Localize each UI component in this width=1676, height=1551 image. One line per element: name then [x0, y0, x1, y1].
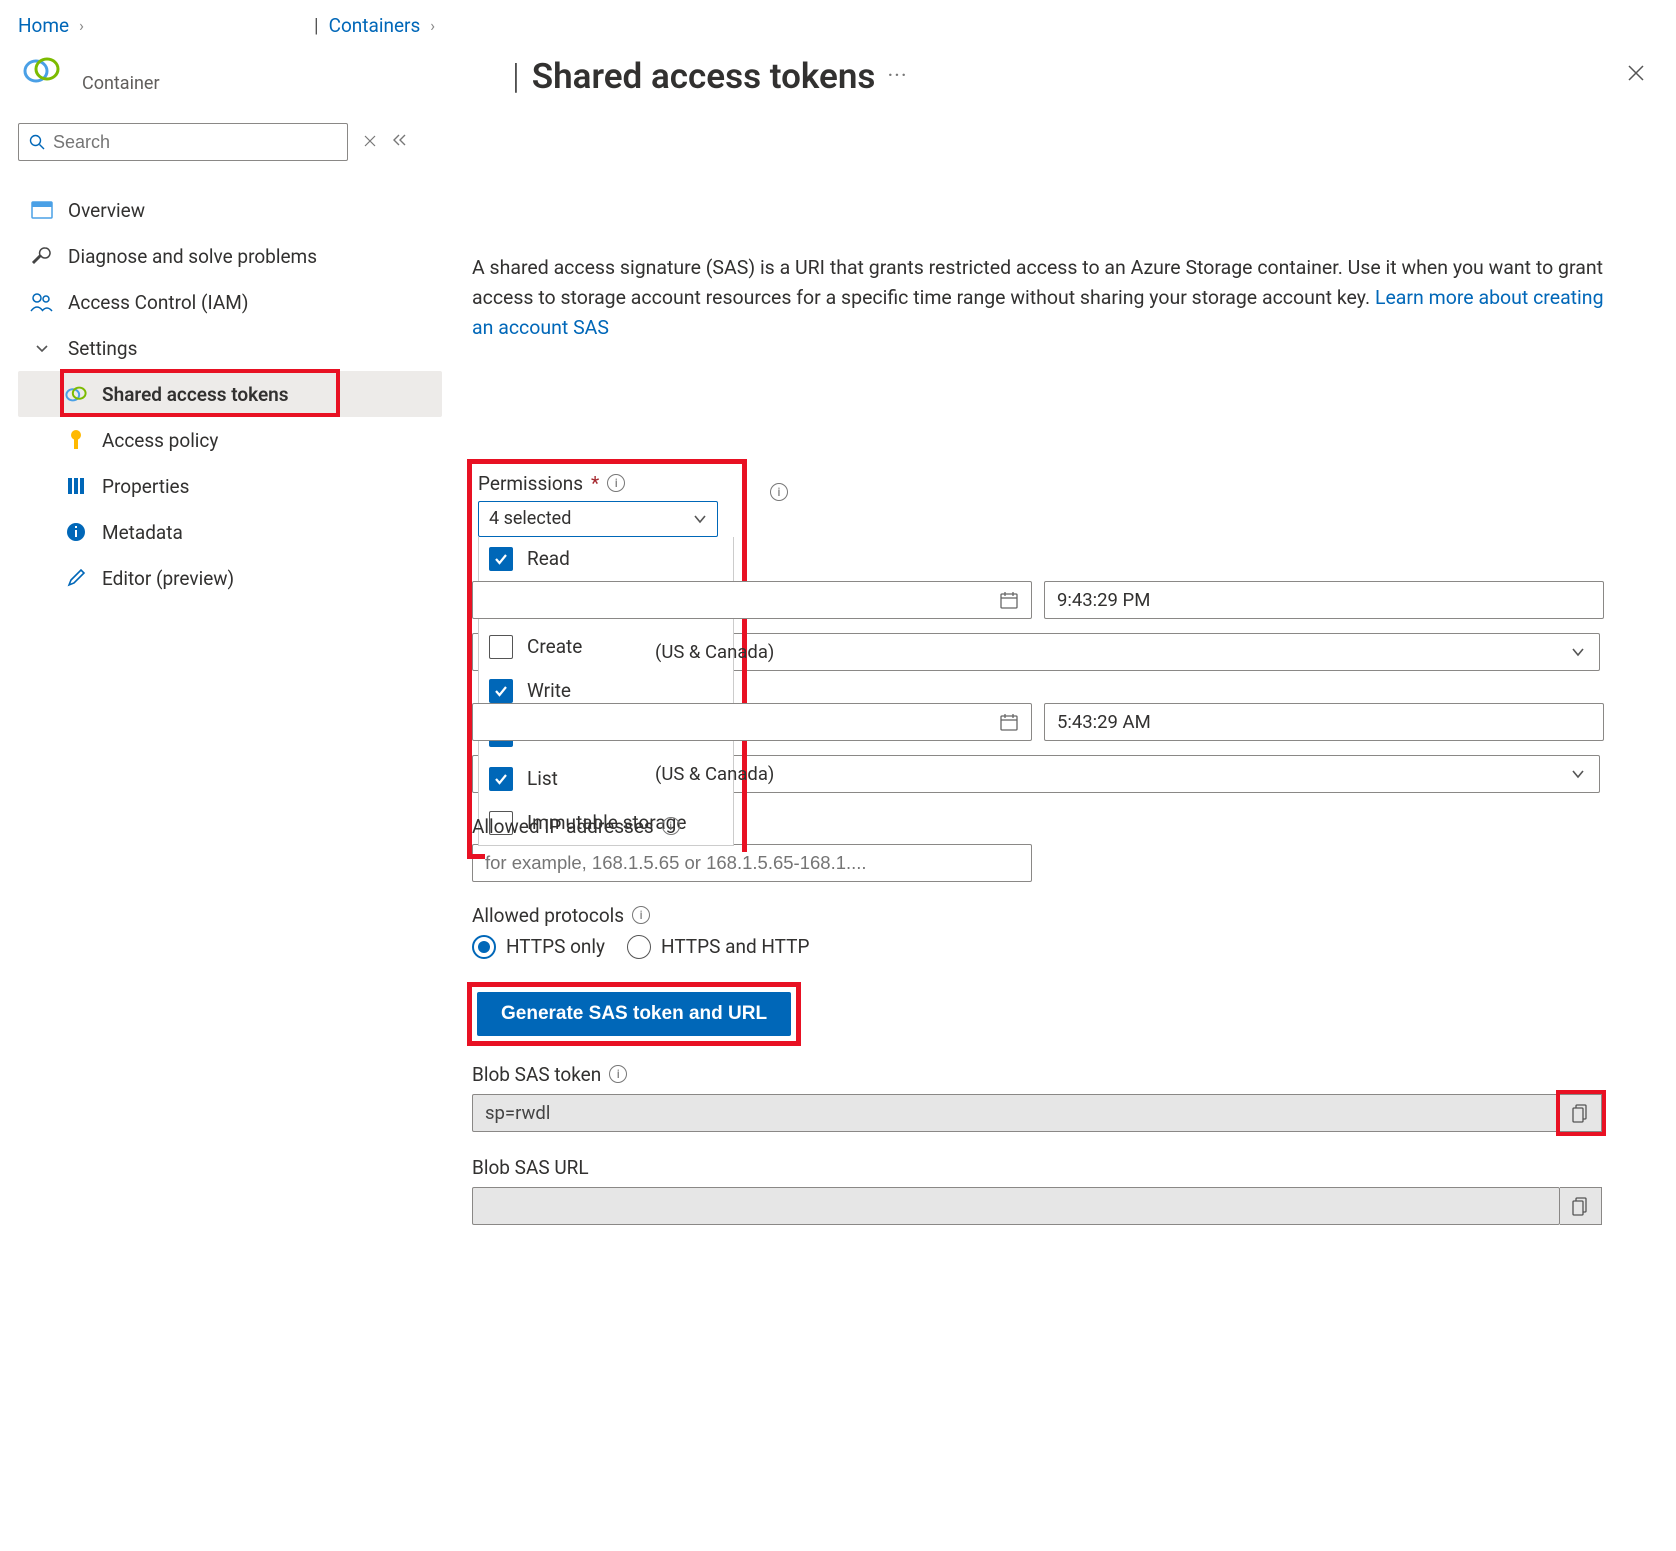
info-icon[interactable]: i	[632, 906, 650, 924]
sidebar-item-label: Metadata	[102, 521, 183, 544]
sidebar-item-label: Shared access tokens	[102, 383, 289, 406]
clear-search-icon[interactable]	[364, 133, 376, 151]
sidebar-item-diagnose[interactable]: Diagnose and solve problems	[18, 233, 442, 279]
allowed-ip-label: Allowed IP addresses	[472, 815, 654, 838]
end-time-input[interactable]: 5:43:29 AM	[1044, 703, 1604, 741]
allowed-protocols-label: Allowed protocols	[472, 904, 624, 927]
end-date-input[interactable]	[472, 703, 1032, 741]
end-tz-value: (US & Canada)	[485, 763, 1571, 785]
chevron-right-icon: ›	[430, 16, 435, 35]
perm-option-label: Write	[527, 679, 571, 702]
permissions-label: Permissions * i	[478, 472, 734, 495]
key-icon	[64, 428, 88, 452]
sidebar-item-iam[interactable]: Access Control (IAM)	[18, 279, 442, 325]
highlight-annotation: Generate SAS token and URL	[472, 987, 796, 1041]
sidebar-item-label: Overview	[68, 199, 145, 222]
sas-token-label: Blob SAS token	[472, 1063, 601, 1086]
breadcrumb-containers[interactable]: Containers	[329, 14, 421, 37]
pencil-icon	[64, 566, 88, 590]
overview-icon	[30, 198, 54, 222]
intro-text: A shared access signature (SAS) is a URI…	[472, 253, 1620, 344]
people-icon	[30, 290, 54, 314]
sidebar-item-label: Settings	[68, 337, 137, 360]
start-time-value: 9:43:29 PM	[1057, 589, 1150, 611]
checkbox-icon	[489, 679, 513, 703]
chevron-down-icon	[693, 512, 707, 526]
search-input[interactable]	[18, 123, 348, 161]
sas-url-label: Blob SAS URL	[472, 1156, 589, 1179]
copy-sas-url-button[interactable]	[1560, 1187, 1602, 1225]
checkbox-icon	[489, 547, 513, 571]
pipe-separator: |	[314, 14, 319, 37]
content-pane: A shared access signature (SAS) is a URI…	[460, 103, 1660, 1225]
required-star-icon: *	[591, 472, 599, 495]
container-brand: Container	[22, 55, 512, 94]
sas-token-output: sp=rwdl	[472, 1094, 1560, 1132]
radio-label: HTTPS only	[506, 935, 605, 958]
sidebar-item-editor[interactable]: Editor (preview)	[18, 555, 442, 601]
sidebar: Overview Diagnose and solve problems Acc…	[0, 103, 460, 1225]
radio-https-only[interactable]: HTTPS only	[472, 935, 605, 959]
start-tz-value: (US & Canada)	[485, 641, 1571, 663]
copy-icon	[1572, 1103, 1590, 1123]
copy-icon	[1572, 1196, 1590, 1216]
search-icon	[29, 134, 45, 150]
info-icon[interactable]: i	[609, 1065, 627, 1083]
radio-icon	[472, 935, 496, 959]
sidebar-item-shared-access-tokens[interactable]: Shared access tokens	[18, 371, 442, 417]
info-icon	[64, 520, 88, 544]
perm-option-label: Read	[527, 547, 570, 570]
link-icon	[64, 382, 88, 406]
chevron-down-icon	[30, 336, 54, 360]
copy-sas-token-button[interactable]	[1560, 1094, 1602, 1132]
sas-url-output	[472, 1187, 1560, 1225]
chevron-down-icon	[1571, 767, 1585, 781]
search-field[interactable]	[53, 132, 337, 153]
sidebar-item-access-policy[interactable]: Access policy	[18, 417, 442, 463]
sidebar-item-label: Access policy	[102, 429, 218, 452]
collapse-sidebar-icon[interactable]	[392, 133, 408, 151]
start-date-input[interactable]	[472, 581, 1032, 619]
wrench-icon	[30, 244, 54, 268]
sidebar-settings-header[interactable]: Settings	[18, 325, 442, 371]
sidebar-item-label: Access Control (IAM)	[68, 291, 248, 314]
perm-option-read[interactable]: Read	[479, 537, 733, 581]
permissions-dropdown[interactable]: 4 selected	[478, 501, 718, 537]
chevron-down-icon	[1571, 645, 1585, 659]
calendar-icon	[999, 712, 1019, 732]
more-actions-icon[interactable]: ···	[887, 64, 907, 89]
radio-icon	[627, 935, 651, 959]
container-icon	[22, 55, 58, 83]
breadcrumb: Home › | Containers ›	[0, 0, 1676, 45]
page-title: Shared access tokens	[532, 56, 876, 97]
radio-https-and-http[interactable]: HTTPS and HTTP	[627, 935, 809, 959]
close-icon[interactable]	[1618, 55, 1654, 97]
generate-sas-button[interactable]: Generate SAS token and URL	[477, 992, 791, 1036]
sidebar-item-overview[interactable]: Overview	[18, 187, 442, 233]
sas-token-value: sp=rwdl	[485, 1102, 550, 1124]
end-time-value: 5:43:29 AM	[1057, 711, 1151, 733]
title-pipe: |	[512, 56, 520, 97]
sidebar-item-label: Properties	[102, 475, 189, 498]
info-icon[interactable]: i	[662, 817, 680, 835]
breadcrumb-home[interactable]: Home	[18, 14, 69, 37]
properties-icon	[64, 474, 88, 498]
allowed-ip-field[interactable]	[485, 852, 1019, 874]
sidebar-item-properties[interactable]: Properties	[18, 463, 442, 509]
radio-label: HTTPS and HTTP	[661, 935, 809, 958]
calendar-icon	[999, 590, 1019, 610]
sidebar-item-label: Editor (preview)	[102, 567, 234, 590]
sidebar-item-metadata[interactable]: Metadata	[18, 509, 442, 555]
permissions-selected-text: 4 selected	[489, 508, 571, 529]
sidebar-item-label: Diagnose and solve problems	[68, 245, 317, 268]
info-icon[interactable]: i	[607, 474, 625, 492]
start-time-input[interactable]: 9:43:29 PM	[1044, 581, 1604, 619]
chevron-right-icon: ›	[79, 16, 84, 35]
permissions-label-text: Permissions	[478, 472, 583, 495]
